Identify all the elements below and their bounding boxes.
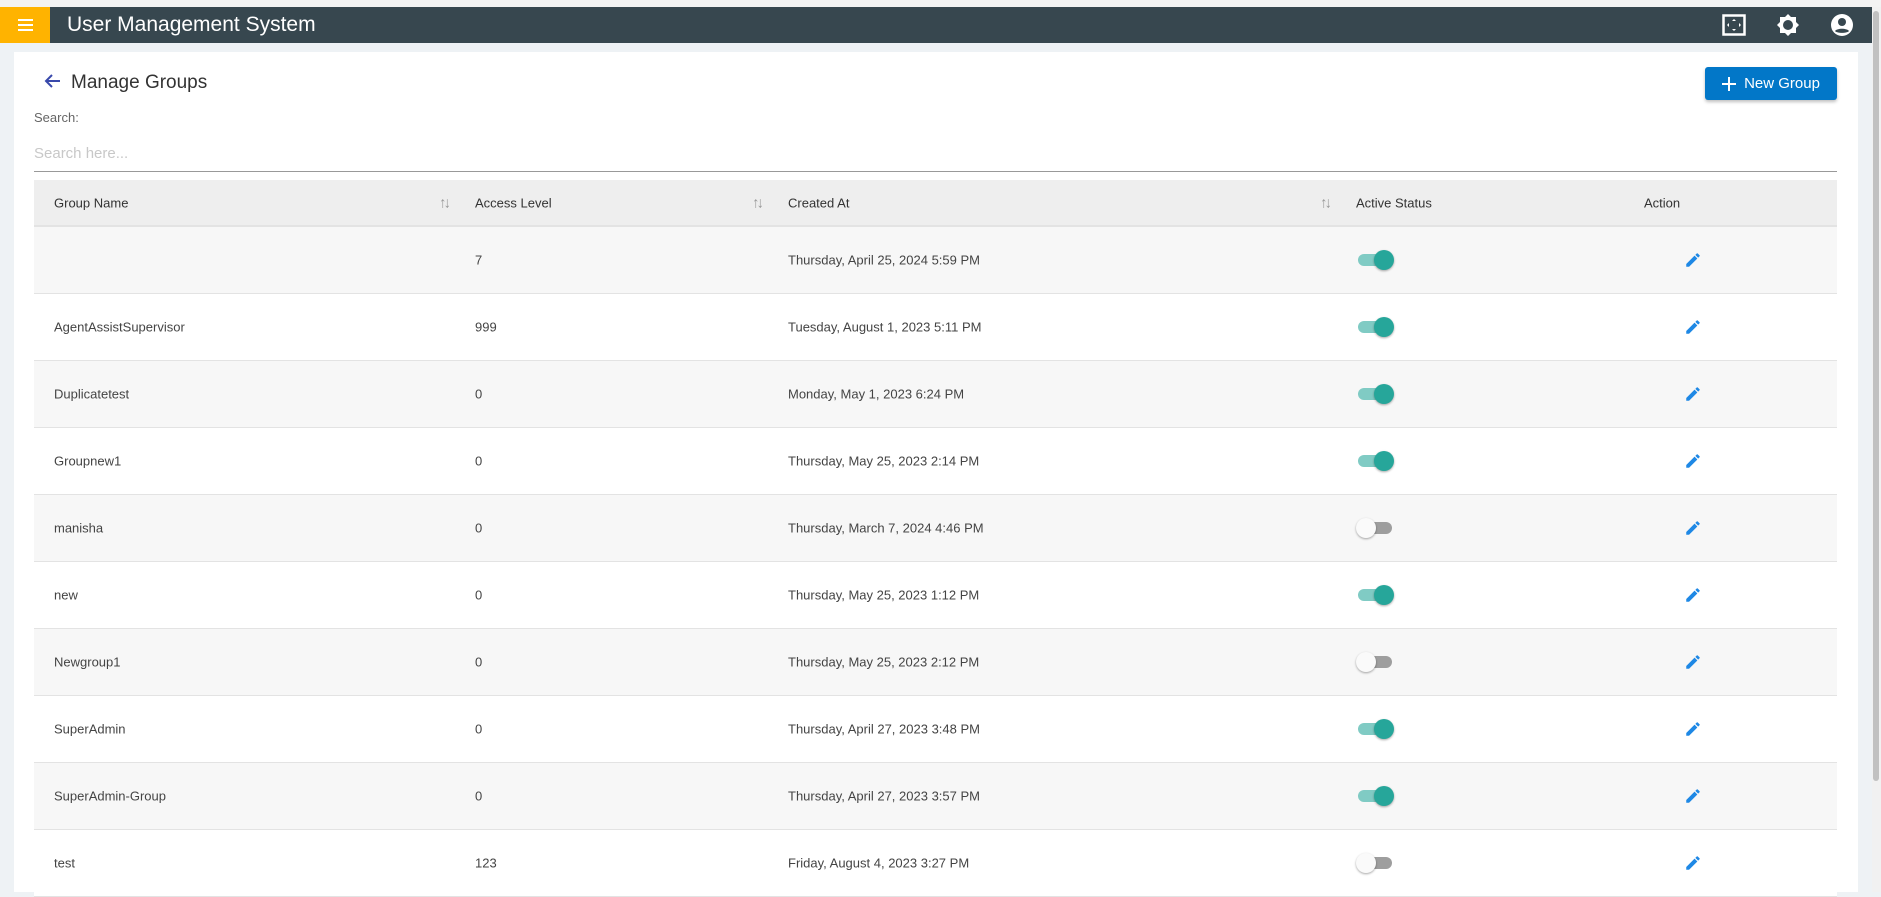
- back-arrow-icon[interactable]: [44, 72, 62, 90]
- table-row: test 123 Friday, August 4, 2023 3:27 PM: [34, 830, 1837, 897]
- edit-icon[interactable]: [1684, 318, 1702, 336]
- created-at: Thursday, March 7, 2024 4:46 PM: [788, 520, 984, 536]
- page-title: Manage Groups: [71, 72, 208, 93]
- search-input[interactable]: [34, 136, 1837, 172]
- created-at: Thursday, May 25, 2023 2:12 PM: [788, 654, 980, 670]
- edit-icon[interactable]: [1684, 452, 1702, 470]
- table-row: manisha 0 Thursday, March 7, 2024 4:46 P…: [34, 495, 1837, 562]
- group-name: Groupnew1: [54, 453, 122, 469]
- created-at: Monday, May 1, 2023 6:24 PM: [788, 386, 965, 402]
- edit-icon[interactable]: [1684, 385, 1702, 403]
- table-row: new 0 Thursday, May 25, 2023 1:12 PM: [34, 562, 1837, 629]
- column-header-group-name[interactable]: Group Name: [54, 195, 128, 210]
- created-at: Thursday, April 27, 2023 3:57 PM: [788, 788, 980, 804]
- edit-icon[interactable]: [1684, 586, 1702, 604]
- column-header-action: Action: [1644, 195, 1681, 210]
- active-status-toggle[interactable]: [1356, 585, 1394, 605]
- sort-icon[interactable]: ↑↓: [439, 194, 451, 211]
- search-label: Search:: [34, 110, 79, 125]
- account-icon[interactable]: [1830, 13, 1854, 37]
- table-row: Groupnew1 0 Thursday, May 25, 2023 2:14 …: [34, 428, 1837, 495]
- access-level: 0: [475, 453, 483, 469]
- group-name: SuperAdmin-Group: [54, 788, 166, 804]
- access-level: 999: [475, 319, 497, 335]
- app-bar: User Management System: [0, 7, 1872, 43]
- edit-icon[interactable]: [1684, 787, 1702, 805]
- table-header: Group Name ↑↓ Access Level ↑↓ Created At…: [34, 180, 1837, 227]
- group-name: SuperAdmin: [54, 721, 126, 737]
- created-at: Thursday, May 25, 2023 1:12 PM: [788, 587, 980, 603]
- access-level: 0: [475, 721, 483, 737]
- active-status-toggle[interactable]: [1356, 853, 1394, 873]
- active-status-toggle[interactable]: [1356, 451, 1394, 471]
- table-row: Newgroup1 0 Thursday, May 25, 2023 2:12 …: [34, 629, 1837, 696]
- group-name: Duplicatetest: [54, 386, 130, 402]
- edit-icon[interactable]: [1684, 251, 1702, 269]
- fullscreen-icon[interactable]: [1722, 14, 1746, 36]
- edit-icon[interactable]: [1684, 519, 1702, 537]
- table-row: AgentAssistSupervisor 999 Tuesday, Augus…: [34, 294, 1837, 361]
- created-at: Thursday, April 27, 2023 3:48 PM: [788, 721, 980, 737]
- groups-table: Group Name ↑↓ Access Level ↑↓ Created At…: [34, 180, 1837, 897]
- sort-icon[interactable]: ↑↓: [752, 194, 764, 211]
- hamburger-icon: [17, 24, 33, 26]
- table-row: SuperAdmin 0 Thursday, April 27, 2023 3:…: [34, 696, 1837, 763]
- access-level: 0: [475, 587, 483, 603]
- group-name: AgentAssistSupervisor: [54, 319, 185, 335]
- access-level: 0: [475, 654, 483, 670]
- active-status-toggle[interactable]: [1356, 786, 1394, 806]
- access-level: 7: [475, 252, 483, 268]
- new-group-label: New Group: [1744, 75, 1820, 92]
- edit-icon[interactable]: [1684, 653, 1702, 671]
- new-group-button[interactable]: New Group: [1705, 67, 1837, 100]
- manage-groups-card: Manage Groups New Group Search: Group Na…: [14, 52, 1858, 897]
- access-level: 0: [475, 386, 483, 402]
- table-body: 7 Thursday, April 25, 2024 5:59 PM Agent…: [34, 227, 1837, 897]
- settings-icon[interactable]: [1776, 13, 1800, 37]
- created-at: Thursday, May 25, 2023 2:14 PM: [788, 453, 980, 469]
- active-status-toggle[interactable]: [1356, 719, 1394, 739]
- table-row: 7 Thursday, April 25, 2024 5:59 PM: [34, 227, 1837, 294]
- edit-icon[interactable]: [1684, 720, 1702, 738]
- created-at: Thursday, April 25, 2024 5:59 PM: [788, 252, 980, 268]
- app-title: User Management System: [67, 13, 316, 36]
- browser-strip: [0, 0, 1881, 7]
- access-level: 0: [475, 520, 483, 536]
- table-row: Duplicatetest 0 Monday, May 1, 2023 6:24…: [34, 361, 1837, 428]
- group-name: new: [54, 587, 78, 603]
- active-status-toggle[interactable]: [1356, 652, 1394, 672]
- column-header-access-level[interactable]: Access Level: [475, 195, 552, 210]
- group-name: manisha: [54, 520, 104, 536]
- created-at: Friday, August 4, 2023 3:27 PM: [788, 855, 970, 871]
- access-level: 0: [475, 788, 483, 804]
- group-name: test: [54, 855, 75, 871]
- edit-icon[interactable]: [1684, 854, 1702, 872]
- active-status-toggle[interactable]: [1356, 518, 1394, 538]
- active-status-toggle[interactable]: [1356, 317, 1394, 337]
- table-row: SuperAdmin-Group 0 Thursday, April 27, 2…: [34, 763, 1837, 830]
- scrollbar-thumb[interactable]: [1873, 11, 1879, 781]
- group-name: Newgroup1: [54, 654, 121, 670]
- scrollbar[interactable]: [1872, 7, 1881, 892]
- created-at: Tuesday, August 1, 2023 5:11 PM: [788, 319, 982, 335]
- sort-icon[interactable]: ↑↓: [1320, 194, 1332, 211]
- active-status-toggle[interactable]: [1356, 250, 1394, 270]
- plus-icon: [1722, 76, 1737, 91]
- column-header-active-status: Active Status: [1356, 195, 1432, 210]
- column-header-created-at[interactable]: Created At: [788, 195, 849, 210]
- active-status-toggle[interactable]: [1356, 384, 1394, 404]
- access-level: 123: [475, 855, 497, 871]
- menu-button[interactable]: [0, 7, 50, 43]
